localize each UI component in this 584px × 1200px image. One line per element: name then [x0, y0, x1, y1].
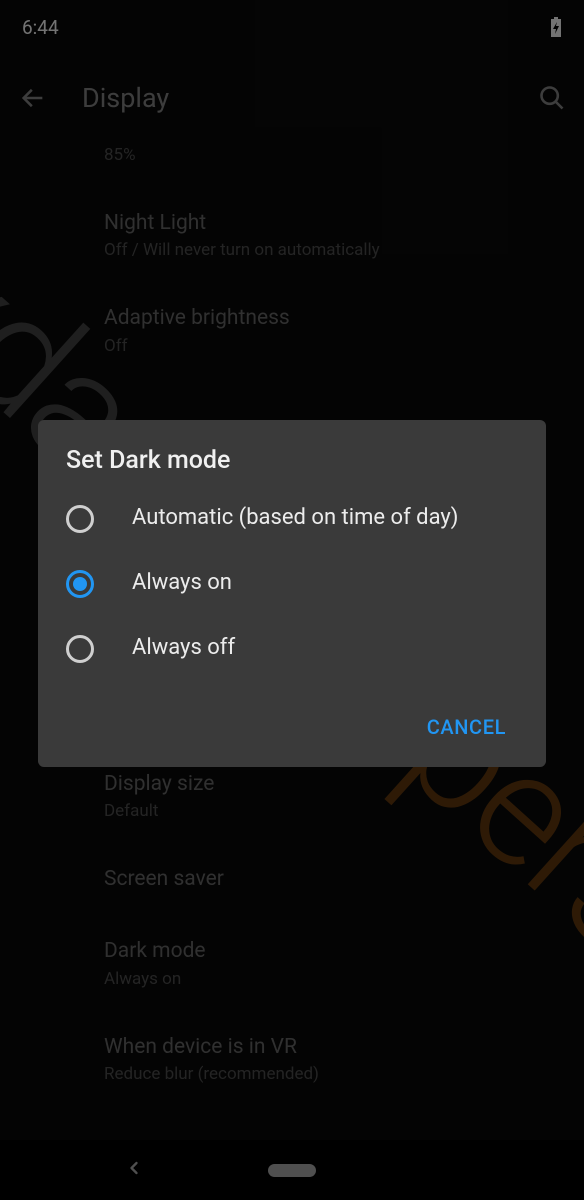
radio-label: Automatic (based on time of day) [132, 503, 458, 534]
dark-mode-radio-group: Automatic (based on time of day) Always … [66, 503, 522, 663]
radio-icon-checked [66, 570, 94, 598]
radio-item-always-off[interactable]: Always off [66, 633, 522, 664]
radio-item-automatic[interactable]: Automatic (based on time of day) [66, 503, 522, 534]
cancel-button[interactable]: CANCEL [417, 707, 516, 747]
radio-label: Always off [132, 633, 235, 664]
radio-label: Always on [132, 568, 232, 599]
radio-icon [66, 505, 94, 533]
radio-icon [66, 635, 94, 663]
radio-item-always-on[interactable]: Always on [66, 568, 522, 599]
dialog-title: Set Dark mode [66, 446, 522, 475]
dark-mode-dialog: Set Dark mode Automatic (based on time o… [38, 420, 546, 767]
dialog-actions: CANCEL [66, 707, 522, 755]
